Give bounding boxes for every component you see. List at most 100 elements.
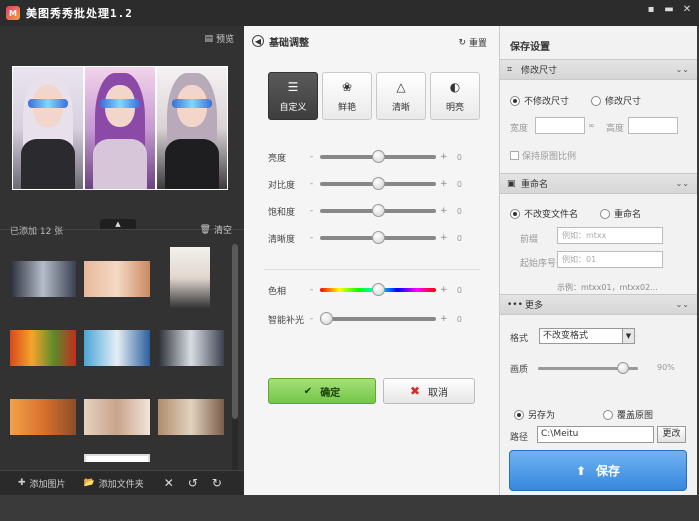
thumbnail[interactable] — [84, 454, 150, 462]
format-select[interactable]: 不改变格式 ▼ — [539, 328, 635, 344]
close-button[interactable]: ✕ — [679, 2, 695, 16]
thumbnail[interactable] — [10, 261, 76, 297]
collapse-toggle[interactable]: ▲ — [100, 219, 136, 229]
slider-row-saturation: 饱和度 - + 0 — [268, 204, 462, 218]
minimize-button[interactable]: ▬ — [661, 2, 677, 16]
hue-slider[interactable] — [320, 283, 436, 296]
slider-row-smart-fill-light: 智能补光 - + 0 — [268, 312, 462, 326]
prefix-label: 前缀 — [520, 235, 539, 245]
flower-icon: ❀ — [341, 79, 353, 94]
thumbnail[interactable] — [10, 330, 76, 366]
width-label: 宽度 — [510, 124, 529, 134]
close-icon: ✖ — [409, 384, 421, 398]
contrast-slider[interactable] — [320, 177, 436, 190]
preview-button[interactable]: ▤ 预览 — [204, 32, 234, 46]
smart-fill-light-slider[interactable] — [320, 312, 436, 325]
confirm-button[interactable]: ✔ 确定 — [268, 378, 376, 404]
slider-knob[interactable] — [371, 150, 385, 163]
resize-radio[interactable] — [591, 95, 602, 106]
path-label: 路径 — [510, 433, 529, 443]
sharpness-slider[interactable] — [320, 231, 436, 244]
bottom-bar — [0, 495, 699, 521]
mode-clear-button[interactable]: △ 清晰 — [376, 72, 426, 120]
image-list-panel: ▤ 预览 ▲ 已添加 12 张 🗑 清空 ✚ 添加图片 📂 添加文件夹 ✕ ↺ … — [0, 26, 244, 495]
more-icon: ••• — [507, 299, 523, 310]
feedback-icon[interactable]: ▪ — [643, 2, 659, 16]
clear-button[interactable]: 🗑 清空 — [200, 223, 232, 237]
rotate-left-icon[interactable]: ↺ — [188, 476, 198, 490]
brightness-slider[interactable] — [320, 150, 436, 163]
scroll-thumb[interactable] — [232, 244, 238, 419]
height-label: 高度 — [606, 124, 625, 134]
no-resize-radio[interactable] — [510, 95, 520, 106]
refresh-icon: ↻ — [458, 37, 466, 48]
mode-vivid-button[interactable]: ❀ 鲜艳 — [322, 72, 372, 120]
rename-section-header[interactable]: ▣ 重命名 ⌄⌄ — [500, 173, 697, 194]
resize-section-header[interactable]: ⌗ 修改尺寸 ⌄⌄ — [500, 59, 697, 80]
save-settings-title: 保存设置 — [510, 42, 550, 53]
rename-example: 示例：mtxx01，mtxx02... — [557, 283, 658, 292]
thumbnail[interactable] — [10, 399, 76, 435]
path-input[interactable]: C:\Meitu — [537, 426, 654, 443]
chevron-down-icon: ⌄⌄ — [675, 300, 689, 309]
thumbnail[interactable] — [84, 261, 150, 297]
slider-row-hue: 色相 - + 0 — [268, 283, 462, 297]
thumbnail[interactable] — [170, 247, 210, 309]
slider-knob[interactable] — [371, 283, 385, 296]
start-number-label: 起始序号 — [520, 259, 557, 269]
title-bar: M 美图秀秀批处理1.2 ▪ ▬ ✕ — [0, 0, 699, 26]
preview-photo-2 — [85, 67, 155, 189]
change-path-button[interactable]: 更改 — [657, 426, 686, 443]
preview-photo-3 — [157, 67, 227, 189]
contrast-icon: ◐ — [449, 79, 461, 94]
crop-icon: ⌗ — [507, 64, 513, 75]
back-icon[interactable]: ◀ — [252, 35, 264, 47]
overwrite-radio[interactable] — [603, 409, 614, 420]
panel-title: 基础调整 — [269, 37, 309, 49]
slider-knob[interactable] — [371, 231, 385, 244]
prefix-input[interactable]: 例如：mtxx — [557, 227, 663, 244]
slider-knob[interactable] — [320, 312, 333, 325]
slider-knob[interactable] — [371, 204, 385, 217]
keep-filename-radio[interactable] — [510, 208, 520, 219]
chevron-down-icon: ⌄⌄ — [675, 179, 689, 188]
sliders-icon: ☰ — [287, 79, 299, 94]
save-as-radio[interactable] — [514, 409, 524, 420]
slider-knob[interactable] — [371, 177, 385, 190]
cancel-button[interactable]: ✖ 取消 — [383, 378, 475, 404]
thumbnail[interactable] — [158, 399, 224, 435]
more-section-header[interactable]: ••• 更多 ⌄⌄ — [500, 294, 697, 315]
chevron-down-icon[interactable]: ▼ — [622, 329, 634, 343]
width-input[interactable] — [535, 117, 585, 134]
added-count: 已添加 12 张 — [10, 227, 64, 237]
thumbnail[interactable] — [158, 330, 224, 366]
rename-radio[interactable] — [600, 208, 611, 219]
keep-ratio-checkbox[interactable] — [510, 151, 519, 160]
save-settings-panel: 保存设置 ⌗ 修改尺寸 ⌄⌄ 不修改尺寸 修改尺寸 宽度 ∞ 高度 保持原图比例… — [500, 26, 697, 495]
rotate-right-icon[interactable]: ↻ — [212, 476, 222, 490]
quality-slider-knob[interactable] — [617, 362, 630, 374]
app-logo-icon: M — [6, 6, 20, 20]
reset-button[interactable]: ↻ 重置 — [458, 36, 487, 50]
add-image-button[interactable]: ✚ 添加图片 — [18, 477, 66, 490]
rename-icon: ▣ — [507, 178, 516, 189]
preview-photo-1 — [13, 67, 83, 189]
window-controls: ▪ ▬ ✕ — [643, 2, 695, 16]
quality-slider[interactable] — [538, 362, 638, 374]
image-list-toolbar: ✚ 添加图片 📂 添加文件夹 ✕ ↺ ↻ — [0, 470, 244, 495]
preset-mode-row: ☰ 自定义 ❀ 鲜艳 △ 清晰 ◐ 明亮 — [268, 72, 480, 120]
mode-custom-button[interactable]: ☰ 自定义 — [268, 72, 318, 120]
preview-image — [12, 66, 228, 190]
link-icon: ∞ — [588, 121, 595, 130]
thumbnail[interactable] — [84, 330, 150, 366]
thumbnail[interactable] — [84, 399, 150, 435]
thumbnail-scrollbar[interactable] — [232, 244, 238, 474]
save-button[interactable]: ⬆ 保存 — [509, 450, 687, 491]
remove-icon[interactable]: ✕ — [164, 476, 174, 490]
saturation-slider[interactable] — [320, 204, 436, 217]
add-folder-button[interactable]: 📂 添加文件夹 — [84, 477, 144, 490]
start-number-input[interactable]: 例如：01 — [557, 251, 663, 268]
height-input[interactable] — [628, 117, 678, 134]
mode-bright-button[interactable]: ◐ 明亮 — [430, 72, 480, 120]
preview-label: 预览 — [215, 35, 234, 45]
